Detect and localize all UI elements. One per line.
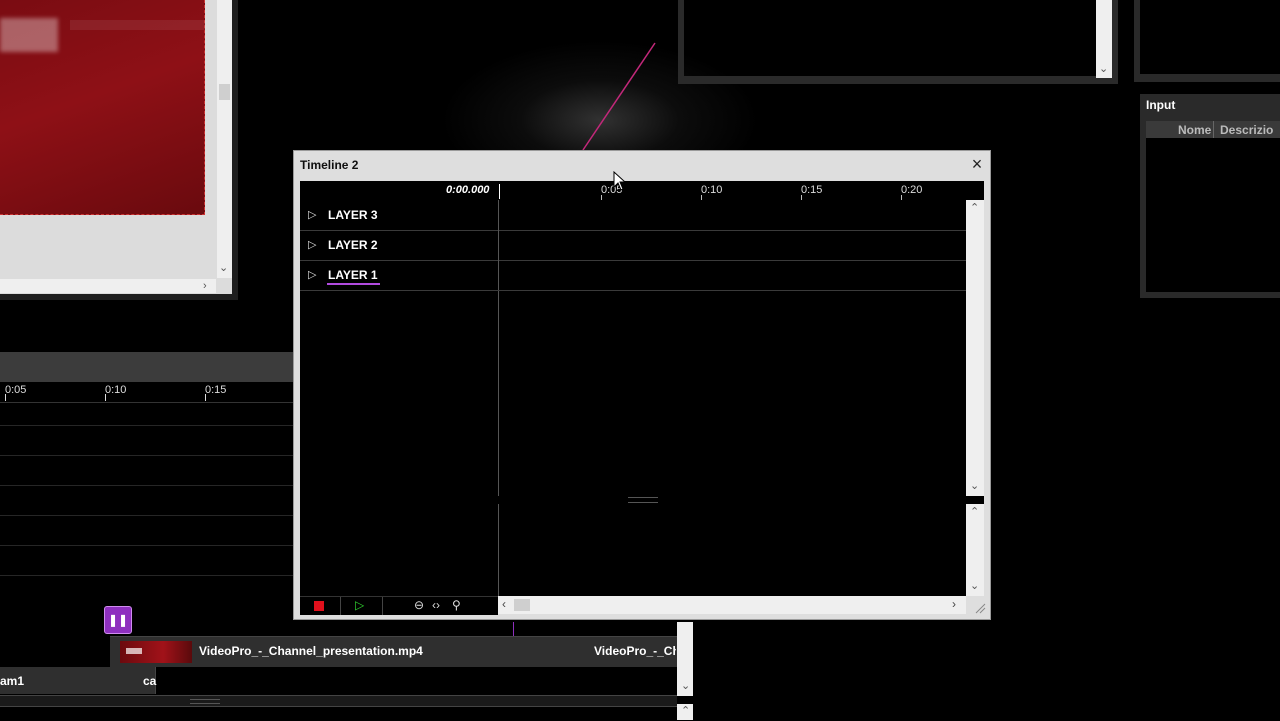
ruler-tick: 0:10: [701, 184, 723, 201]
properties-vertical-scrollbar[interactable]: ⌃ ⌄: [966, 504, 984, 596]
layer-header-1[interactable]: ▷ LAYER 1: [300, 260, 499, 290]
ruler-tick: 0:10: [105, 384, 127, 401]
track-vertical-scrollbar[interactable]: ⌄: [677, 622, 693, 696]
clip-name[interactable]: VideoPro_-_Channel_presentation.mp4: [199, 644, 423, 658]
expand-triangle-icon[interactable]: ▷: [308, 238, 316, 251]
timeline-window: Timeline 2 × 0:00.000 0:05 0:10 0:15 0:2…: [293, 150, 991, 620]
camera-clip[interactable]: am1 ca: [0, 667, 156, 694]
column-header-nome[interactable]: Nome: [1178, 123, 1211, 137]
zoom-icon[interactable]: ⚲: [452, 598, 461, 612]
chevron-down-icon[interactable]: ⌄: [681, 680, 690, 692]
chevron-down-icon[interactable]: ⌄: [219, 262, 228, 274]
transport-toolbar: ▷ ⊖ ‹› ⚲: [300, 596, 498, 615]
layer-row: ▷ LAYER 2: [300, 230, 966, 261]
pause-button[interactable]: ❚❚: [104, 606, 132, 634]
chevron-down-icon[interactable]: ⌄: [1099, 63, 1108, 75]
zoom-controls: ⊖ ‹› ⚲: [382, 597, 494, 615]
chevron-left-icon[interactable]: ‹: [502, 597, 506, 611]
layers-area: ▷ LAYER 3 ▷ LAYER 2 ▷ LAYER 1: [300, 200, 966, 496]
input-panel: Input Nome Descrizio: [1140, 94, 1280, 298]
chevron-down-icon[interactable]: ⌄: [970, 480, 979, 492]
input-panel-title: Input: [1146, 98, 1176, 112]
layers-vertical-scrollbar[interactable]: ⌃ ⌄: [966, 200, 984, 496]
properties-area: [300, 504, 966, 596]
ruler-tick: 0:20: [901, 184, 923, 201]
layer-label: LAYER 1: [328, 268, 378, 282]
layer-row: ▷ LAYER 3: [300, 200, 966, 231]
play-button[interactable]: ▷: [340, 597, 383, 615]
timeline-ruler[interactable]: 0:00.000 0:05 0:10 0:15 0:20: [300, 181, 984, 201]
bottom-vertical-scrollbar[interactable]: ⌃: [677, 704, 693, 720]
fit-icon[interactable]: ‹›: [432, 598, 440, 612]
selected-layer-indicator: [327, 283, 380, 285]
video-clip-track[interactable]: VideoPro_-_Channel_presentation.mp4 Vide…: [110, 636, 680, 668]
chevron-right-icon[interactable]: ›: [203, 280, 207, 292]
camera-label-2: ca: [143, 674, 157, 688]
laser-line: [582, 42, 656, 151]
clip-thumbnail: [120, 641, 192, 663]
camera-track: am1 ca: [0, 667, 680, 696]
current-time-display: 0:00.000: [446, 184, 490, 196]
main-timeline-header: [0, 352, 293, 382]
window-titlebar[interactable]: Timeline 2 ×: [294, 151, 990, 179]
camera-label: am1: [0, 674, 25, 688]
time-origin-marker: [499, 184, 500, 199]
chevron-right-icon[interactable]: ›: [952, 597, 956, 611]
layer-label: LAYER 2: [328, 238, 378, 252]
expand-triangle-icon[interactable]: ▷: [308, 208, 316, 221]
resize-grip-icon[interactable]: [974, 602, 986, 614]
layer-header-2[interactable]: ▷ LAYER 2: [300, 230, 499, 260]
stop-icon: [314, 601, 324, 611]
stop-button[interactable]: [300, 597, 341, 615]
close-icon[interactable]: ×: [968, 155, 986, 173]
play-icon: ▷: [355, 598, 365, 612]
chevron-up-icon[interactable]: ⌃: [970, 506, 979, 518]
panel-splitter[interactable]: [300, 496, 984, 504]
mouse-cursor-icon: [613, 171, 627, 191]
ruler-tick: 0:05: [5, 384, 27, 401]
chevron-up-icon[interactable]: ⌃: [970, 202, 979, 214]
output-vertical-scrollbar[interactable]: ⌄: [1096, 0, 1112, 78]
preview-window: ⌄ ›: [0, 0, 238, 300]
preview-horizontal-scrollbar[interactable]: ›: [0, 279, 216, 293]
clip-name-2[interactable]: VideoPro_-_Ch: [594, 644, 676, 658]
ruler-tick: 0:15: [205, 384, 227, 401]
preview-vertical-scrollbar[interactable]: ⌄: [217, 0, 232, 278]
output-canvas: [684, 0, 1096, 76]
bottom-panel: [0, 706, 677, 721]
layer-label: LAYER 3: [328, 208, 378, 222]
expand-triangle-icon[interactable]: ▷: [308, 268, 316, 281]
preview-video-frame: [0, 0, 210, 215]
zoom-out-icon[interactable]: ⊖: [414, 598, 424, 612]
layer-header-3[interactable]: ▷ LAYER 3: [300, 200, 499, 230]
window-title: Timeline 2: [300, 158, 359, 172]
layer-row: ▷ LAYER 1: [300, 260, 966, 291]
track-splitter[interactable]: [0, 696, 677, 706]
main-timeline-ruler[interactable]: 0:05 0:10 0:15: [0, 382, 293, 403]
input-table-body: [1146, 138, 1280, 292]
timeline-horizontal-scrollbar[interactable]: ‹ ›: [498, 596, 966, 614]
preview-canvas: ⌄ ›: [0, 0, 232, 294]
chevron-up-icon[interactable]: ⌃: [681, 705, 690, 717]
chevron-down-icon[interactable]: ⌄: [970, 580, 979, 592]
column-header-descrizione[interactable]: Descrizio: [1220, 123, 1273, 137]
ruler-tick: 0:15: [801, 184, 823, 201]
scroll-thumb[interactable]: [514, 599, 530, 611]
side-panel-canvas: [1140, 0, 1280, 74]
scroll-thumb[interactable]: [219, 84, 230, 100]
input-table-header: Nome Descrizio: [1146, 121, 1280, 138]
